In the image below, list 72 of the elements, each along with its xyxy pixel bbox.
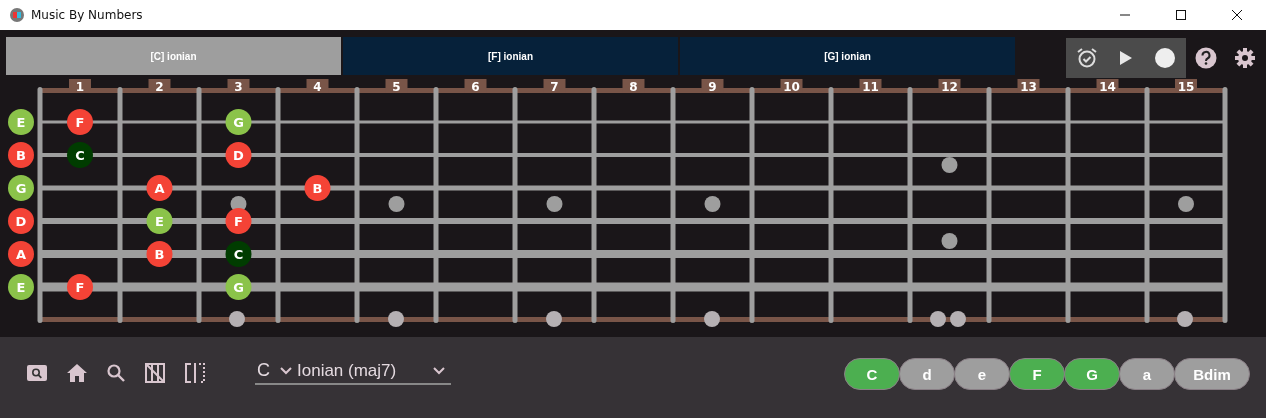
position-dot xyxy=(704,311,720,327)
position-dot xyxy=(930,311,946,327)
note-marker[interactable]: F xyxy=(67,109,93,135)
note-marker[interactable]: C xyxy=(225,241,252,267)
fret-number: 5 xyxy=(385,79,408,94)
inlay-dot xyxy=(704,196,721,212)
chord-chip[interactable]: G xyxy=(1064,358,1120,390)
fret-number: 7 xyxy=(543,79,566,94)
chord-chip[interactable]: a xyxy=(1119,358,1175,390)
mode-value: Ionian (maj7) xyxy=(297,360,397,381)
window-title: Music By Numbers xyxy=(31,8,143,22)
search-icon[interactable] xyxy=(107,363,125,382)
chord-chip[interactable]: Bdim xyxy=(1174,358,1250,390)
position-dot xyxy=(1177,311,1193,327)
position-dot xyxy=(229,311,245,327)
fret-number: 4 xyxy=(306,79,329,94)
split-view-icon[interactable] xyxy=(185,362,205,383)
scale-tab[interactable]: [G] ionian xyxy=(680,37,1015,75)
note-marker[interactable]: C xyxy=(67,142,93,168)
scale-select[interactable]: C Ionian (maj7) xyxy=(255,360,451,385)
note-marker[interactable]: B xyxy=(146,241,173,267)
chord-chip[interactable]: d xyxy=(899,358,955,390)
app-logo-icon xyxy=(10,8,24,22)
fret-number: 6 xyxy=(464,79,487,94)
chevron-down-icon xyxy=(280,366,292,375)
note-marker[interactable]: D xyxy=(8,208,34,234)
note-marker[interactable]: F xyxy=(67,274,93,300)
close-icon[interactable] xyxy=(1231,9,1243,21)
scale-tab[interactable]: [C] ionian xyxy=(6,37,341,75)
fret-number: 2 xyxy=(148,79,171,94)
home-icon[interactable] xyxy=(67,363,87,382)
note-marker[interactable]: G xyxy=(225,274,252,300)
fret-number: 9 xyxy=(701,79,724,94)
alarm-clock-icon[interactable] xyxy=(1076,47,1099,69)
position-dot xyxy=(546,311,562,327)
zoom-icon[interactable] xyxy=(27,364,47,381)
fret-number: 11 xyxy=(859,79,882,94)
note-marker[interactable]: A xyxy=(146,175,173,201)
note-marker[interactable]: A xyxy=(8,241,34,267)
chord-chip[interactable]: F xyxy=(1009,358,1065,390)
crossed-fretboard-icon[interactable] xyxy=(145,362,165,383)
chord-chip[interactable]: e xyxy=(954,358,1010,390)
note-marker[interactable]: E xyxy=(146,208,173,234)
fret-number: 13 xyxy=(1017,79,1040,94)
fret-number: 1 xyxy=(69,79,91,94)
chord-chip[interactable]: C xyxy=(844,358,900,390)
note-marker[interactable]: G xyxy=(8,175,34,201)
note-marker[interactable]: E xyxy=(8,109,34,135)
help-icon[interactable] xyxy=(1195,47,1217,69)
fret-number: 14 xyxy=(1096,79,1119,94)
note-marker[interactable]: D xyxy=(225,142,252,168)
note-marker[interactable]: F xyxy=(225,208,252,234)
note-marker[interactable]: B xyxy=(304,175,331,201)
fret-number: 12 xyxy=(938,79,961,94)
play-icon[interactable] xyxy=(1119,50,1133,66)
note-marker[interactable]: B xyxy=(8,142,34,168)
maximize-icon[interactable] xyxy=(1175,9,1187,21)
record-icon[interactable] xyxy=(1153,47,1176,69)
scale-tab[interactable]: [F] ionian xyxy=(343,37,678,75)
fret-number: 8 xyxy=(622,79,645,94)
inlay-dot xyxy=(546,196,563,212)
position-dot xyxy=(950,311,966,327)
note-marker[interactable]: G xyxy=(225,109,252,135)
note-marker[interactable]: E xyxy=(8,274,34,300)
chevron-down-icon xyxy=(433,366,445,375)
inlay-dot xyxy=(1178,196,1194,212)
key-value: C xyxy=(257,360,270,381)
fret-number: 15 xyxy=(1175,79,1197,94)
inlay-dot xyxy=(388,196,405,212)
fret-number: 3 xyxy=(227,79,250,94)
position-dot xyxy=(388,311,404,327)
fret-number: 10 xyxy=(780,79,803,94)
